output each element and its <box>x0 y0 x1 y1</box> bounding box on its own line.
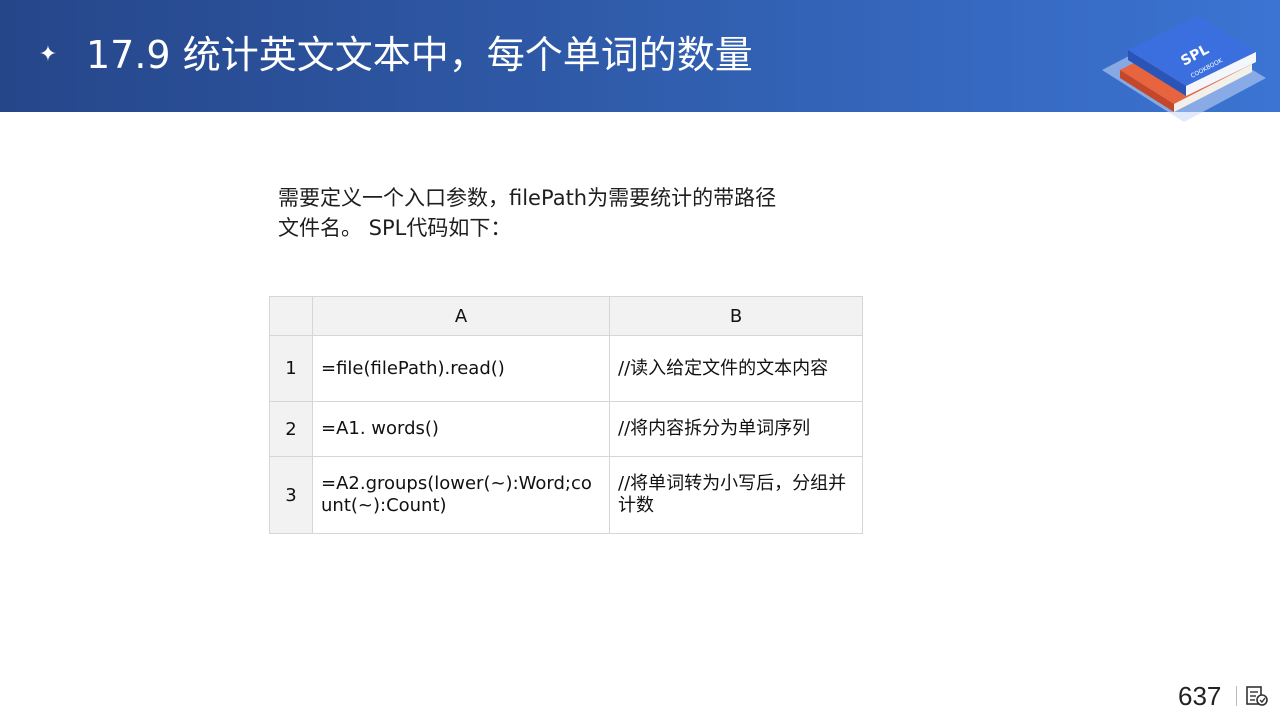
row-number: 2 <box>269 401 313 457</box>
code-cell: =file(filePath).read() <box>312 335 610 402</box>
four-point-star-icon: ✦ <box>38 42 58 67</box>
table-row: 1 =file(filePath).read() //读入给定文件的文本内容 <box>269 335 863 402</box>
page-title: 17.9 统计英文文本中，每个单词的数量 <box>86 33 753 77</box>
footer-divider <box>1236 686 1237 706</box>
comment-cell: //将内容拆分为单词序列 <box>609 401 863 457</box>
row-number: 1 <box>269 335 313 402</box>
table-header-row: A B <box>269 296 863 336</box>
corner-cell <box>269 296 313 336</box>
intro-line-1: 需要定义一个入口参数，filePath为需要统计的带路径 <box>278 186 777 210</box>
table-row: 2 =A1. words() //将内容拆分为单词序列 <box>269 401 863 457</box>
code-cell: =A1. words() <box>312 401 610 457</box>
comment-cell: //读入给定文件的文本内容 <box>609 335 863 402</box>
spl-cookbook-logo: SPL COOKBOOK <box>1102 16 1266 122</box>
intro-text: 需要定义一个入口参数，filePath为需要统计的带路径 文件名。 SPL代码如… <box>278 183 858 243</box>
column-header-b: B <box>609 296 863 336</box>
row-number: 3 <box>269 456 313 534</box>
table-row: 3 =A2.groups(lower(~):Word;count(~):Coun… <box>269 456 863 534</box>
spl-code-table: A B 1 =file(filePath).read() //读入给定文件的文本… <box>269 296 863 534</box>
column-header-a: A <box>312 296 610 336</box>
header-banner: ✦ 17.9 统计英文文本中，每个单词的数量 SPL COOKBOOK <box>0 0 1280 122</box>
slide-notes-icon[interactable] <box>1245 685 1269 707</box>
code-cell: =A2.groups(lower(~):Word;count(~):Count) <box>312 456 610 534</box>
comment-cell: //将单词转为小写后，分组并计数 <box>609 456 863 534</box>
intro-line-2: 文件名。 SPL代码如下： <box>278 216 512 240</box>
page-number: 637 <box>1178 681 1222 711</box>
